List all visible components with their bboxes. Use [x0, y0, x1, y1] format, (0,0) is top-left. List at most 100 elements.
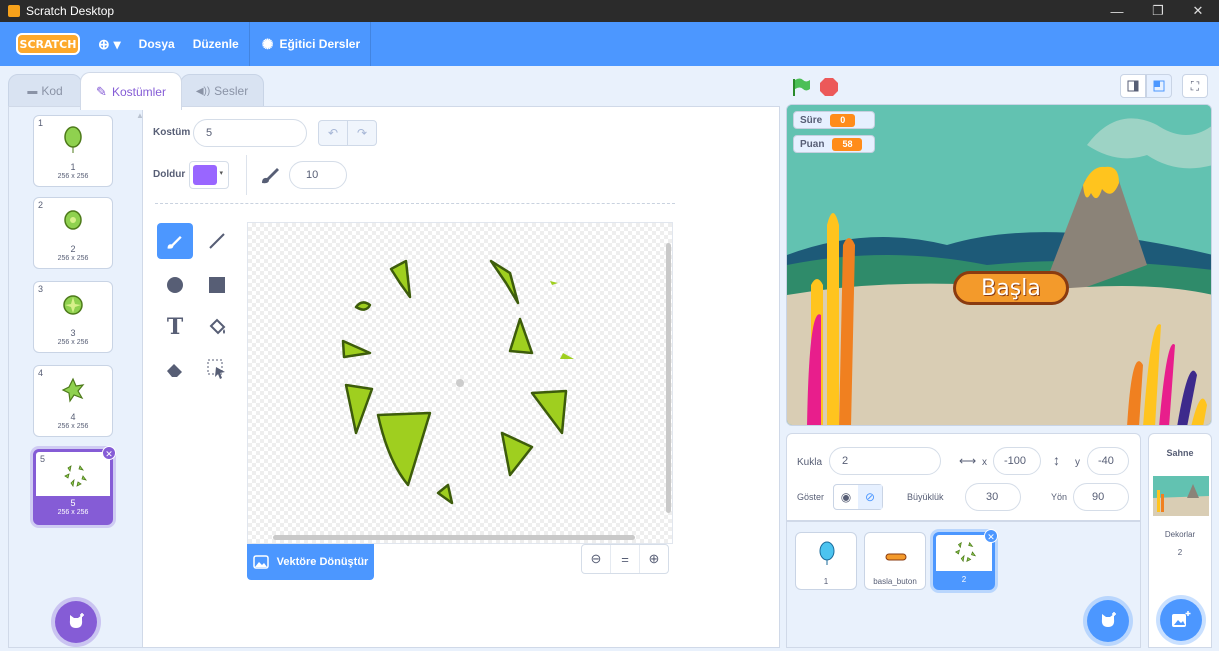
costume-name: 3: [70, 328, 76, 338]
small-stage-button[interactable]: [1120, 74, 1146, 98]
costume-size: 256 x 256: [57, 173, 89, 180]
start-button-sprite[interactable]: Başla: [953, 271, 1069, 305]
add-sprite-button[interactable]: [1087, 600, 1129, 642]
stop-icon[interactable]: [818, 76, 840, 98]
costume-tile[interactable]: 1 1 256 x 256: [33, 115, 113, 187]
timer-monitor: Süre 0: [793, 111, 875, 129]
add-backdrop-button[interactable]: [1160, 599, 1202, 641]
circle-tool[interactable]: [157, 267, 193, 303]
cat-plus-icon: [69, 613, 84, 628]
costume-size: 256 x 256: [57, 423, 89, 430]
add-costume-button[interactable]: [55, 601, 97, 643]
costume-tile[interactable]: 4 4 256 x 256: [33, 365, 113, 437]
y-arrow-icon: ↕: [1053, 452, 1060, 468]
tab-code[interactable]: ▬ Kod: [8, 74, 82, 108]
size-label: Büyüklük: [907, 492, 944, 502]
image-plus-icon: [1172, 611, 1191, 627]
direction-input[interactable]: 90: [1073, 483, 1129, 511]
fullscreen-button[interactable]: ⛶: [1182, 74, 1208, 98]
volcano-backdrop: [787, 105, 1211, 425]
hide-sprite-button[interactable]: ⊘: [858, 485, 882, 509]
show-sprite-button[interactable]: ◉: [834, 485, 858, 509]
file-menu[interactable]: Dosya: [139, 37, 175, 51]
tab-sounds[interactable]: ◀)) Sesler: [180, 74, 264, 108]
toolbar-divider: [246, 155, 247, 195]
redo-button[interactable]: ↷: [347, 120, 377, 146]
tab-costumes-label: Kostümler: [111, 84, 166, 99]
sprite-tile[interactable]: 1: [795, 532, 857, 590]
button-sprite-thumbnail: [885, 553, 907, 561]
undo-button[interactable]: ↶: [318, 120, 348, 146]
timer-value: 0: [830, 113, 856, 127]
eraser-tool[interactable]: [157, 351, 193, 387]
sprite-tile-selected[interactable]: 2 ✕: [933, 529, 998, 590]
convert-to-vector-button[interactable]: Vektöre Dönüştür: [247, 544, 374, 580]
text-tool[interactable]: T: [157, 309, 193, 345]
direction-label: Yön: [1051, 492, 1068, 502]
paint-bucket-icon: [209, 318, 226, 335]
lightbulb-icon: ✺: [261, 35, 274, 52]
show-label: Göster: [797, 492, 825, 502]
balloon-thumbnail: [64, 210, 82, 230]
zoom-reset-button[interactable]: =: [611, 545, 640, 573]
zoom-out-button[interactable]: ⊖: [582, 545, 611, 573]
tutorials-menu[interactable]: ✺ Eğitici Dersler: [262, 36, 360, 53]
line-icon: [209, 233, 225, 249]
small-stage-icon: [1127, 80, 1139, 92]
stage-target-pane[interactable]: Sahne Dekorlar 2: [1148, 433, 1212, 648]
fill-color-swatch: [193, 165, 217, 185]
fill-color-picker[interactable]: ▾: [189, 161, 229, 189]
brush-size-input[interactable]: 10: [289, 161, 347, 189]
canvas-vertical-scrollbar[interactable]: [666, 243, 671, 513]
restore-button[interactable]: ❐: [1138, 0, 1178, 22]
size-input[interactable]: 30: [965, 483, 1021, 511]
backdrops-label: Dekorlar: [1164, 530, 1196, 539]
costume-size: 256 x 256: [57, 509, 89, 516]
minimize-button[interactable]: —: [1097, 0, 1137, 22]
dropdown-arrow-icon: ▾: [219, 170, 223, 177]
timer-label: Süre: [800, 114, 823, 126]
brush-tool[interactable]: [157, 223, 193, 259]
stage[interactable]: Süre 0 Puan 58 Başla: [786, 104, 1212, 426]
costume-name: 1: [70, 162, 76, 172]
x-arrow-icon: ⟷: [959, 454, 977, 468]
costume-name-input[interactable]: 5: [193, 119, 307, 147]
large-stage-button[interactable]: [1146, 74, 1172, 98]
close-button[interactable]: ✕: [1178, 0, 1218, 22]
costume-list: ▲ 1 1 256 x 256 2 2 256 x 256 3 3 256 x …: [8, 106, 144, 648]
sprite-name-input[interactable]: 2: [829, 447, 941, 475]
menu-bar: SCRATCH ⊕ ▾ Dosya Düzenle ✺ Eğitici Ders…: [0, 22, 1219, 66]
score-monitor: Puan 58: [793, 135, 875, 153]
delete-sprite-button[interactable]: ✕: [984, 529, 998, 543]
menu-divider: [370, 22, 372, 66]
edit-menu[interactable]: Düzenle: [193, 37, 239, 51]
backdrops-count: 2: [1177, 548, 1183, 557]
fill-tool[interactable]: [199, 309, 235, 345]
rectangle-tool[interactable]: [199, 267, 235, 303]
sprite-tile[interactable]: basla_buton: [864, 532, 926, 590]
scratch-logo[interactable]: SCRATCH: [16, 33, 80, 55]
line-tool[interactable]: [199, 223, 235, 259]
eraser-icon: [167, 364, 182, 377]
costume-tile-selected[interactable]: 5 5 256 x 256 ✕: [33, 446, 116, 525]
paint-editor: Kostüm 5 ↶ ↷ Doldur ▾ 10 T Vektöre Dönüş…: [142, 106, 780, 648]
x-input[interactable]: -100: [993, 447, 1041, 475]
green-flag-icon[interactable]: [790, 76, 812, 98]
delete-costume-button[interactable]: ✕: [102, 446, 116, 460]
tab-costumes[interactable]: ✎ Kostümler: [80, 72, 182, 110]
costume-tile[interactable]: 2 2 256 x 256: [33, 197, 113, 269]
canvas-horizontal-scrollbar[interactable]: [273, 535, 635, 540]
balloon-pop-thumbnail: [63, 295, 83, 315]
language-menu[interactable]: ⊕ ▾: [98, 36, 121, 53]
brush-size-icon: [258, 163, 282, 187]
fragments-sprite-thumbnail: [954, 541, 977, 563]
costume-tile[interactable]: 3 3 256 x 256: [33, 281, 113, 353]
drawing-canvas[interactable]: [247, 222, 673, 544]
y-input[interactable]: -40: [1087, 447, 1129, 475]
select-tool[interactable]: [199, 351, 235, 387]
app-icon: [8, 5, 20, 17]
costume-number: 1: [38, 118, 44, 128]
zoom-in-button[interactable]: ⊕: [640, 545, 668, 573]
tab-code-label: Kod: [41, 84, 63, 98]
costume-name: 5: [70, 498, 76, 508]
